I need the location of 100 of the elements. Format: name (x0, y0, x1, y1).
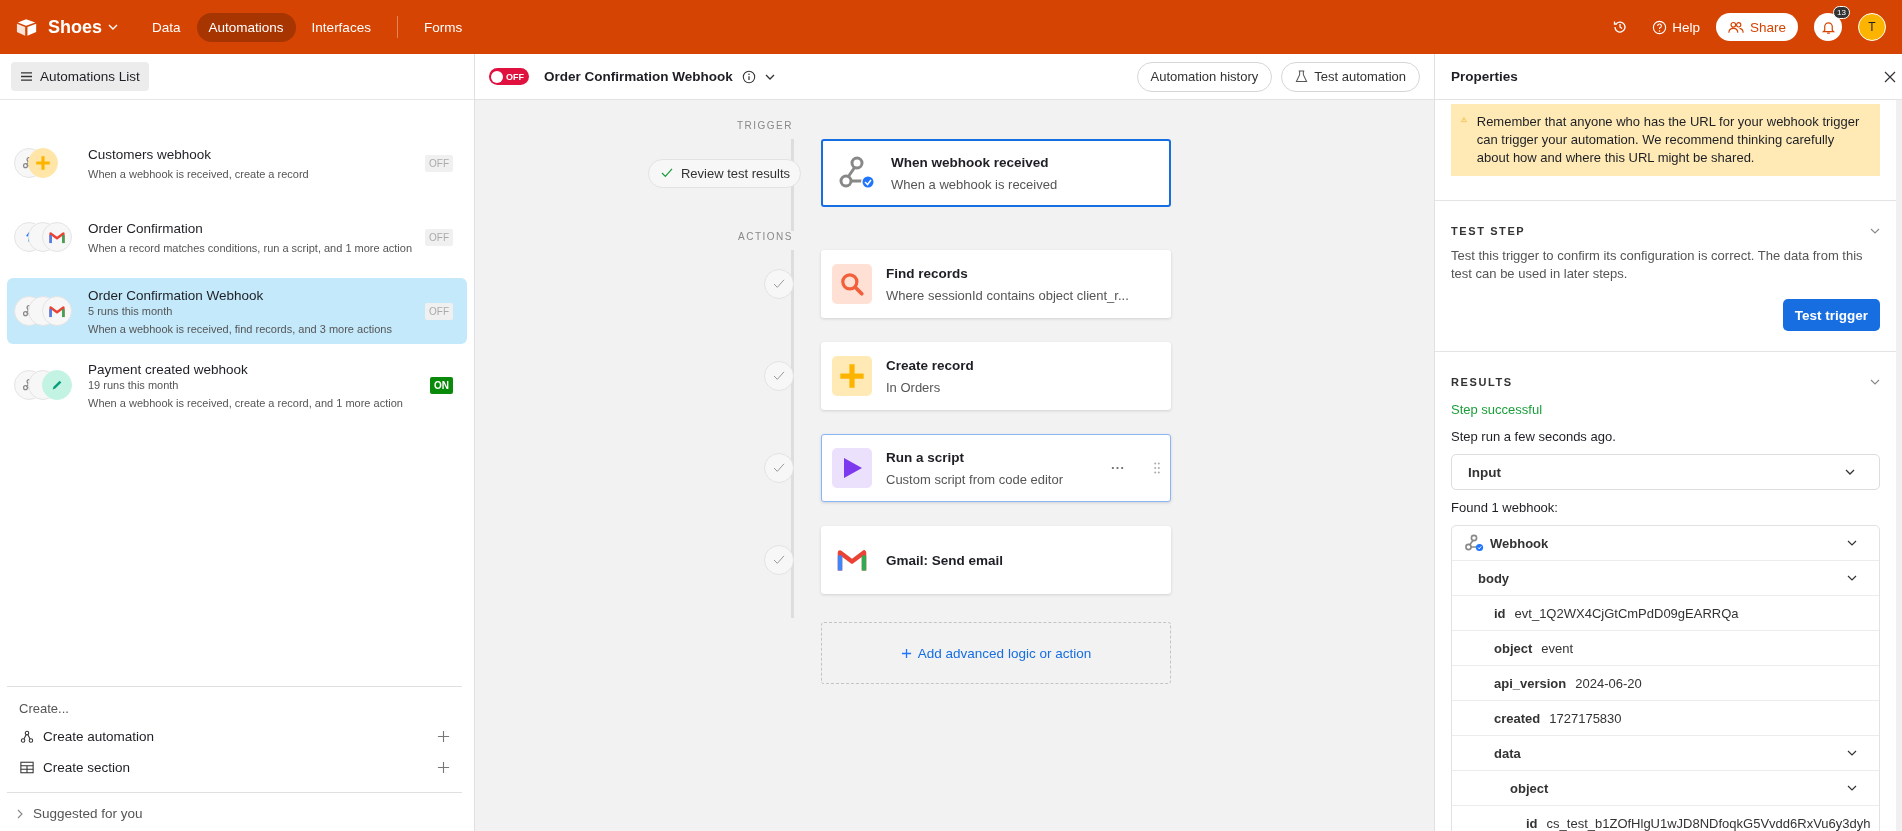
automation-description: When a webhook is received, find records, and 3 more actions (88, 322, 393, 335)
suggested-section-toggle[interactable]: Suggested for you (7, 792, 462, 831)
plus-icon[interactable] (437, 730, 450, 743)
input-dropdown[interactable]: Input (1451, 454, 1880, 490)
step-subtitle: Where sessionId contains object client_r... (886, 287, 1130, 303)
step-title: Gmail: Send email (886, 552, 1005, 568)
edit-step-icon (42, 370, 72, 400)
share-button[interactable]: Share (1715, 13, 1798, 41)
nav-tab[interactable]: Automations (196, 12, 296, 42)
step-title: Find records (886, 265, 969, 281)
automation-title: Order Confirmation Webhook (88, 287, 265, 303)
panel-title: Properties (1451, 69, 1518, 84)
nav-tab[interactable]: Data (140, 12, 193, 42)
tree-field: object event (1452, 631, 1879, 666)
tree-node[interactable]: Webhook (1452, 526, 1879, 561)
nav-tab[interactable]: Interfaces (299, 12, 383, 42)
branch-icon (20, 729, 34, 744)
more-icon[interactable] (1111, 466, 1124, 470)
tree-field: id cs_test_b1ZOfHlgU1wJD8NDfoqkG5Vvdd6RxVu6y3dyh (1452, 806, 1879, 831)
step-title: Create record (886, 357, 975, 373)
section-heading: TEST STEP (1451, 225, 1526, 237)
status-badge: OFF (425, 154, 453, 172)
menu-icon (20, 71, 33, 82)
action-card[interactable]: Find records Where sessionId contains object client_r... (821, 250, 1171, 318)
tree-field: id evt_1Q2WX4CjGtCmPdD09gEARRQa (1452, 596, 1879, 631)
caret-icon (108, 24, 119, 30)
flask-icon (1295, 70, 1309, 83)
tree-node[interactable]: body (1452, 561, 1879, 596)
chevron-right-icon (17, 808, 23, 819)
tree-field: api_version 2024-06-20 (1452, 666, 1879, 701)
automation-history-button[interactable]: Automation history (1136, 61, 1273, 92)
test-trigger-button[interactable]: Test trigger (1782, 299, 1880, 331)
tree-field: created 1727175830 (1452, 701, 1879, 736)
action-card[interactable]: Gmail: Send email (821, 526, 1171, 594)
automation-item[interactable]: Customers webhook When a webhook is received, create a record OFF (7, 130, 467, 196)
create-heading: Create... (18, 700, 70, 718)
review-test-results-button[interactable]: Review test results (647, 158, 801, 188)
help-button[interactable]: Help (1652, 19, 1700, 35)
step-title: When webhook received (891, 154, 1050, 170)
create-step-icon (28, 148, 58, 178)
automation-title: Order Confirmation (88, 220, 204, 236)
status-badge: OFF (425, 228, 453, 246)
base-name-button[interactable]: Shoes (48, 16, 119, 38)
webhook-icon (837, 155, 877, 191)
chevron-icon (1847, 750, 1857, 756)
notifications-button[interactable] (1814, 13, 1842, 41)
step-subtitle: When a webhook is received (891, 176, 1059, 192)
history-icon[interactable] (1612, 19, 1629, 35)
webhook-icon (1464, 534, 1484, 552)
status-badge: ON (430, 376, 453, 394)
gmail-step-icon (42, 296, 72, 326)
section-heading: RESULTS (1451, 376, 1513, 388)
warning-text: Remember that anyone who has the URL for your webhook trigger can trigger your automation. We recommend thinking carefully about how and where this URL might be shared. (1476, 113, 1861, 167)
plus-icon (900, 647, 912, 659)
test-automation-button[interactable]: Test automation (1281, 61, 1420, 92)
notification-count: 13 (1833, 6, 1850, 19)
user-avatar[interactable]: T (1858, 13, 1886, 41)
info-icon[interactable] (741, 69, 756, 84)
automation-toggle[interactable]: OFF (489, 68, 529, 85)
result-status: Step successful (1451, 402, 1544, 417)
action-card[interactable]: Create record In Orders (821, 342, 1171, 410)
chevron-icon (1847, 540, 1857, 546)
run-count: 19 runs this month (88, 378, 180, 391)
script-step-icon (832, 448, 872, 488)
plus-icon[interactable] (437, 761, 450, 774)
nav-tab[interactable]: Forms (411, 12, 475, 42)
status-badge: OFF (425, 302, 453, 320)
people-icon (1727, 20, 1744, 34)
add-step-button[interactable]: Add advanced logic or action (821, 622, 1171, 684)
automation-item[interactable]: Order Confirmation When a record matches conditions, run a script, and 1 more action OFF (7, 204, 467, 270)
automation-description: When a record matches conditions, run a script, and 1 more action (88, 241, 414, 254)
chevron-icon (1847, 575, 1857, 581)
create-item[interactable]: Create automation (7, 722, 462, 753)
logo-icon (16, 17, 38, 37)
tree-node[interactable]: data (1452, 736, 1879, 771)
chevron-down-icon (1845, 469, 1855, 475)
trigger-card[interactable]: When webhook received When a webhook is received (821, 139, 1171, 207)
section-label: TRIGGER (736, 120, 794, 131)
step-subtitle: In Orders (886, 379, 942, 395)
help-icon (1652, 19, 1668, 35)
automation-item[interactable]: Order Confirmation Webhook 5 runs this month When a webhook is received, find records, and 3 more actions OFF (7, 278, 467, 344)
automation-item[interactable]: Payment created webhook 19 runs this month When a webhook is received, create a record, and 1 more action ON (7, 352, 467, 418)
run-time: Step run a few seconds ago. (1451, 429, 1617, 444)
drag-handle-icon[interactable] (1154, 462, 1160, 474)
close-icon[interactable] (1884, 70, 1896, 83)
create-item[interactable]: Create section (7, 753, 462, 784)
found-count: Found 1 webhook: (1451, 500, 1559, 515)
automation-title: Order Confirmation Webhook (544, 69, 733, 84)
step-subtitle: Custom script from code editor (886, 471, 1064, 487)
tree-node[interactable]: object (1452, 771, 1879, 806)
automations-list-button[interactable]: Automations List (11, 62, 149, 91)
automation-description: When a webhook is received, create a record (88, 167, 310, 180)
gmail-step-icon (42, 222, 72, 252)
chevron-down-icon[interactable] (764, 73, 775, 80)
action-card[interactable]: Run a script Custom script from code editor (821, 434, 1171, 502)
create-step-icon (832, 356, 872, 396)
section-description: Test this trigger to confirm its configuration is correct. The data from this test can be used in later steps. (1451, 247, 1864, 283)
automation-description: When a webhook is received, create a record, and 1 more action (88, 396, 404, 409)
find-step-icon (832, 264, 872, 304)
table-icon (20, 761, 34, 774)
